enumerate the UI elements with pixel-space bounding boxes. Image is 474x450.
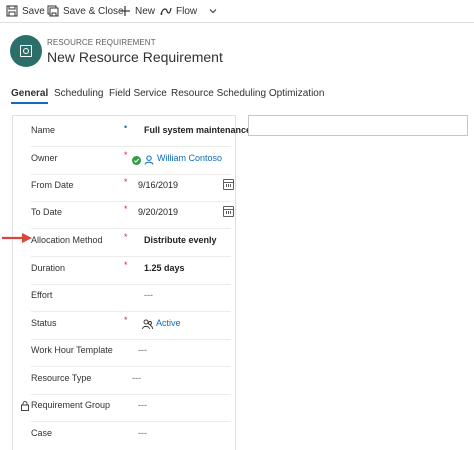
field-label: Requirement Group [31, 400, 111, 410]
new-button[interactable]: New [119, 4, 155, 18]
owner-lookup[interactable]: William Contoso [157, 153, 222, 163]
to-date-input[interactable]: 9/20/2019 [138, 207, 178, 217]
save-icon [6, 5, 18, 17]
required-indicator: * [124, 232, 128, 242]
field-from-date: From Date * 9/16/2019 [31, 174, 234, 202]
tab-field-service[interactable]: Field Service [109, 88, 167, 99]
lock-icon [21, 398, 29, 411]
field-label: Owner [31, 153, 58, 163]
entity-type-label: RESOURCE REQUIREMENT [47, 38, 156, 47]
save-button[interactable]: Save [6, 4, 45, 18]
flow-button[interactable]: Flow [160, 4, 219, 18]
field-label: To Date [31, 207, 63, 217]
field-label: Resource Type [31, 373, 92, 383]
resource-requirement-icon [20, 45, 32, 57]
required-indicator: * [124, 150, 128, 160]
status-lookup[interactable]: Active [156, 318, 181, 328]
effort-input[interactable]: --- [144, 290, 153, 300]
flow-button-label: Flow [176, 5, 198, 17]
field-label: Name [31, 125, 56, 135]
tab-scheduling[interactable]: Scheduling [54, 88, 103, 99]
plus-icon [119, 5, 131, 17]
tab-resource-scheduling-optimization[interactable]: Resource Scheduling Optimization [171, 88, 324, 99]
field-effort: Effort --- [31, 284, 231, 312]
required-indicator: * [124, 315, 128, 325]
page-title: New Resource Requirement [47, 49, 223, 65]
field-status: Status * Active [31, 312, 231, 340]
from-date-input[interactable]: 9/16/2019 [138, 180, 178, 190]
duration-input[interactable]: 1.25 days [144, 263, 185, 273]
work-hour-template-lookup[interactable]: --- [138, 345, 147, 355]
field-duration: Duration * 1.25 days [31, 257, 231, 285]
required-indicator: * [124, 204, 128, 214]
field-label: Work Hour Template [31, 345, 113, 355]
field-work-hour-template: Work Hour Template --- [31, 339, 231, 367]
field-allocation-method: Allocation Method * Distribute evenly [31, 229, 231, 257]
resource-type-select[interactable]: --- [132, 373, 141, 383]
calendar-icon[interactable] [223, 179, 234, 190]
required-indicator: * [124, 260, 128, 270]
field-label: Duration [31, 263, 66, 273]
new-button-label: New [135, 5, 156, 17]
requirement-group-lookup: --- [138, 400, 147, 410]
command-bar: Save Save & Close New Flow [0, 0, 474, 23]
field-label: From Date [31, 180, 74, 190]
field-requirement-group: Requirement Group --- [21, 394, 231, 422]
field-name: Name • Full system maintenance [31, 119, 251, 147]
recommended-indicator: • [124, 122, 128, 132]
flow-icon [160, 5, 172, 17]
general-section: Name • Full system maintenance Owner * W… [12, 115, 251, 450]
allocation-method-select[interactable]: Distribute evenly [144, 235, 217, 245]
save-close-label: Save & Close [63, 5, 124, 17]
field-resource-type: Resource Type --- [31, 367, 231, 395]
side-panel [248, 115, 468, 136]
save-close-icon [47, 5, 59, 17]
people-icon [142, 317, 153, 330]
person-icon [144, 152, 154, 165]
calendar-icon[interactable] [223, 206, 234, 217]
chevron-down-icon[interactable] [207, 5, 219, 17]
field-to-date: To Date * 9/20/2019 [31, 201, 234, 229]
field-owner: Owner * William Contoso [31, 147, 231, 175]
field-label: Effort [31, 290, 53, 300]
case-lookup[interactable]: --- [138, 428, 147, 438]
field-label: Allocation Method [31, 235, 103, 245]
entity-avatar [10, 35, 42, 67]
name-input[interactable]: Full system maintenance [144, 125, 251, 135]
field-label: Status [31, 318, 57, 328]
tab-general[interactable]: General [11, 88, 49, 104]
annotation-arrow-icon [2, 233, 32, 243]
save-button-label: Save [22, 5, 45, 17]
save-close-button[interactable]: Save & Close [47, 4, 124, 18]
status-available-icon [132, 152, 141, 165]
field-label: Case [31, 428, 53, 438]
required-indicator: * [124, 177, 128, 187]
field-case: Case --- [31, 422, 231, 449]
